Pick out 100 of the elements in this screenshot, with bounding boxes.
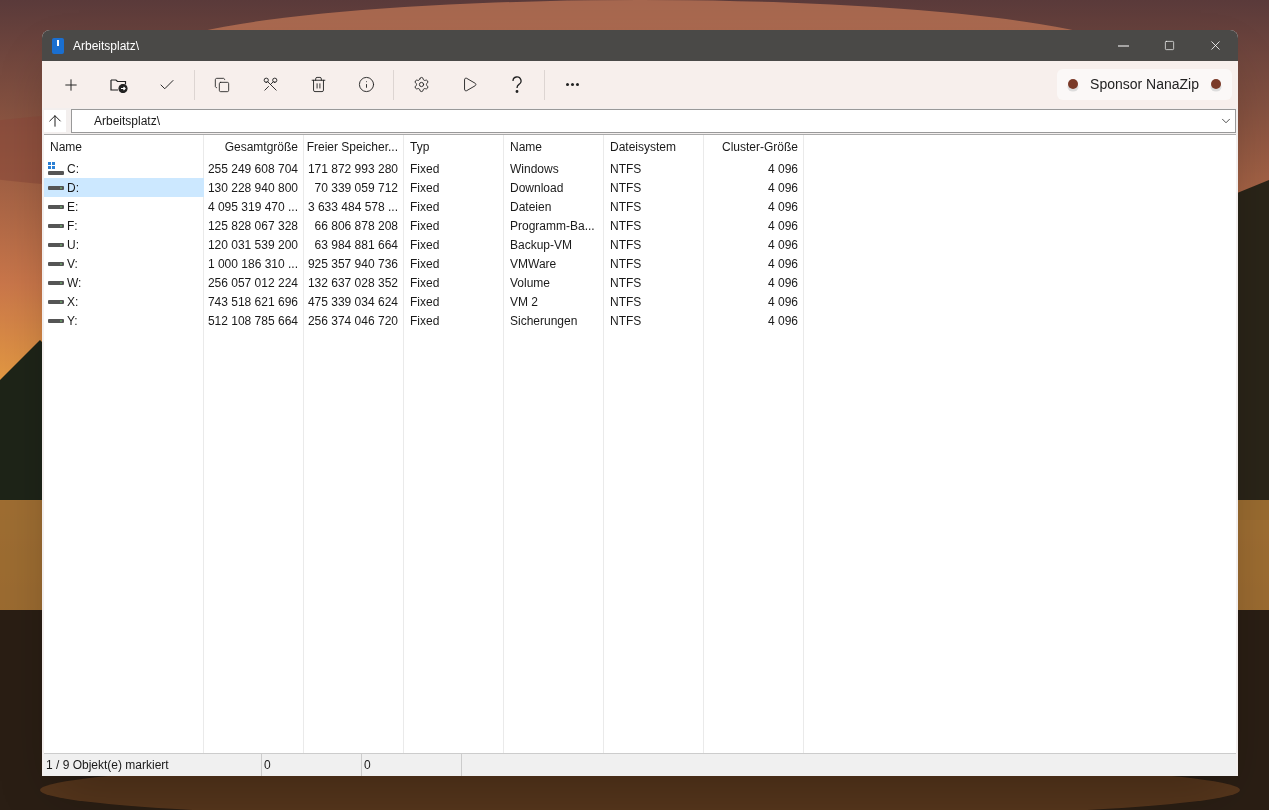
app-icon (52, 37, 64, 54)
list-row-name[interactable]: W: (44, 273, 204, 292)
table-cell-text: 4 095 319 470 ... (206, 198, 299, 216)
table-cell-text: Download (509, 179, 565, 197)
table-cell-text: 4 096 (766, 217, 799, 235)
table-cell-text: 255 249 608 704 (206, 160, 299, 178)
drive-icon (48, 299, 64, 304)
more-icon (565, 83, 579, 86)
table-cell-text: Windows (509, 160, 560, 178)
table-cell-text: 743 518 621 696 (206, 293, 299, 311)
table-cell-text: NTFS (609, 198, 643, 216)
table-cell-text: Fixed (409, 198, 441, 216)
table-cell-text: Backup-VM (509, 236, 574, 254)
info-icon (357, 76, 375, 93)
list-row-name[interactable]: F: (44, 216, 204, 235)
table-cell-text: 171 872 993 280 (306, 160, 399, 178)
table-cell-text: 1 000 186 310 ... (206, 255, 299, 273)
sponsor-button[interactable]: Sponsor NanaZip (1057, 69, 1232, 100)
status-text: 0 (362, 754, 462, 776)
table-cell-text: NTFS (609, 236, 643, 254)
table-cell-text: 475 339 034 624 (306, 293, 399, 311)
column-header[interactable]: Name (44, 135, 204, 159)
table-cell-text: Dateien (509, 198, 553, 216)
table-cell-text: 925 357 940 736 (306, 255, 399, 273)
table-cell-text: Fixed (409, 217, 441, 235)
table-cell-text: 4 096 (766, 236, 799, 254)
coffee-cup-icon (1210, 77, 1222, 92)
address-field[interactable]: Arbeitsplatz\ (71, 109, 1236, 133)
table-cell-text: 4 096 (766, 274, 799, 292)
table-cell-text: Programm-Ba... (509, 217, 596, 235)
table-cell-text: VM 2 (509, 293, 539, 311)
table-cell-text: Fixed (409, 255, 441, 273)
table-cell-text: 256 057 012 224 (206, 274, 299, 292)
table-cell-text: 4 096 (766, 255, 799, 273)
list-row-name[interactable]: Y: (44, 311, 204, 330)
table-cell-text: NTFS (609, 160, 643, 178)
column-header[interactable]: Freier Speicher... (304, 135, 404, 159)
minimize-icon (1117, 44, 1129, 47)
table-cell-text: NTFS (609, 293, 643, 311)
question-mark-icon (511, 75, 523, 94)
table-cell-text: 4 096 (766, 293, 799, 311)
list-row-name[interactable]: D: (44, 178, 204, 197)
drive-label: W: (67, 274, 82, 292)
table-cell-text: VMWare (509, 255, 558, 273)
address-text: Arbeitsplatz\ (94, 113, 162, 130)
folder-arrow-icon (110, 76, 128, 93)
table-cell-text: 3 633 484 578 ... (306, 198, 399, 216)
list-row-name[interactable]: V: (44, 254, 204, 273)
settings-icon (412, 76, 430, 93)
trash-icon (309, 76, 327, 93)
column-header[interactable]: Name (504, 135, 604, 159)
up-button[interactable] (44, 110, 66, 132)
table-cell-text: Volume (509, 274, 552, 292)
status-text: 1 / 9 Objekt(e) markiert (44, 754, 262, 776)
table-cell-text: 4 096 (766, 160, 799, 178)
table-cell-text: Fixed (409, 160, 441, 178)
drive-label: V: (67, 255, 78, 273)
list-row-name[interactable]: E: (44, 197, 204, 216)
table-cell-text: NTFS (609, 217, 643, 235)
table-cell-text: 70 339 059 712 (313, 179, 399, 197)
drive-icon (48, 318, 64, 323)
column-header[interactable]: Typ (404, 135, 504, 159)
coffee-cup-icon (1067, 77, 1080, 92)
table-cell-text: 130 228 940 800 (206, 179, 299, 197)
list-row-name[interactable]: U: (44, 235, 204, 254)
drive-icon (48, 185, 64, 190)
drive-label: F: (67, 217, 78, 235)
column-header[interactable]: Gesamtgröße (204, 135, 304, 159)
table-cell-text: Fixed (409, 312, 441, 330)
table-cell-text: 132 637 028 352 (306, 274, 399, 292)
maximize-icon (1163, 40, 1175, 51)
status-text: 0 (262, 754, 362, 776)
table-cell-text: 256 374 046 720 (306, 312, 399, 330)
column-header[interactable]: Dateisystem (604, 135, 704, 159)
window-title: Arbeitsplatz\ (73, 37, 140, 55)
drive-label: Y: (67, 312, 78, 330)
drive-label: E: (67, 198, 79, 216)
table-cell-text: 120 031 539 200 (206, 236, 299, 254)
table-cell-text: Fixed (409, 179, 441, 197)
table-cell-text: Sicherungen (509, 312, 579, 330)
drive-icon (48, 204, 64, 209)
table-cell-text: NTFS (609, 255, 643, 273)
copy-icon (214, 76, 230, 93)
table-cell-text: NTFS (609, 179, 643, 197)
table-cell-text: Fixed (409, 236, 441, 254)
table-cell-text: 66 806 878 208 (313, 217, 399, 235)
drive-icon (48, 261, 64, 266)
list-row-name[interactable]: X: (44, 292, 204, 311)
drive-icon (48, 223, 64, 228)
table-cell-text: Fixed (409, 293, 441, 311)
drive-label: X: (67, 293, 79, 311)
table-cell-text: 512 108 785 664 (206, 312, 299, 330)
table-cell-text: 4 096 (766, 312, 799, 330)
table-cell-text: 63 984 881 664 (313, 236, 399, 254)
column-header[interactable]: Cluster-Größe (704, 135, 804, 159)
table-cell-text: Fixed (409, 274, 441, 292)
drive-icon (48, 242, 64, 247)
list-row-name[interactable]: C: (44, 159, 204, 178)
drive-label: C: (67, 160, 79, 178)
table-cell-text: 4 096 (766, 179, 799, 197)
